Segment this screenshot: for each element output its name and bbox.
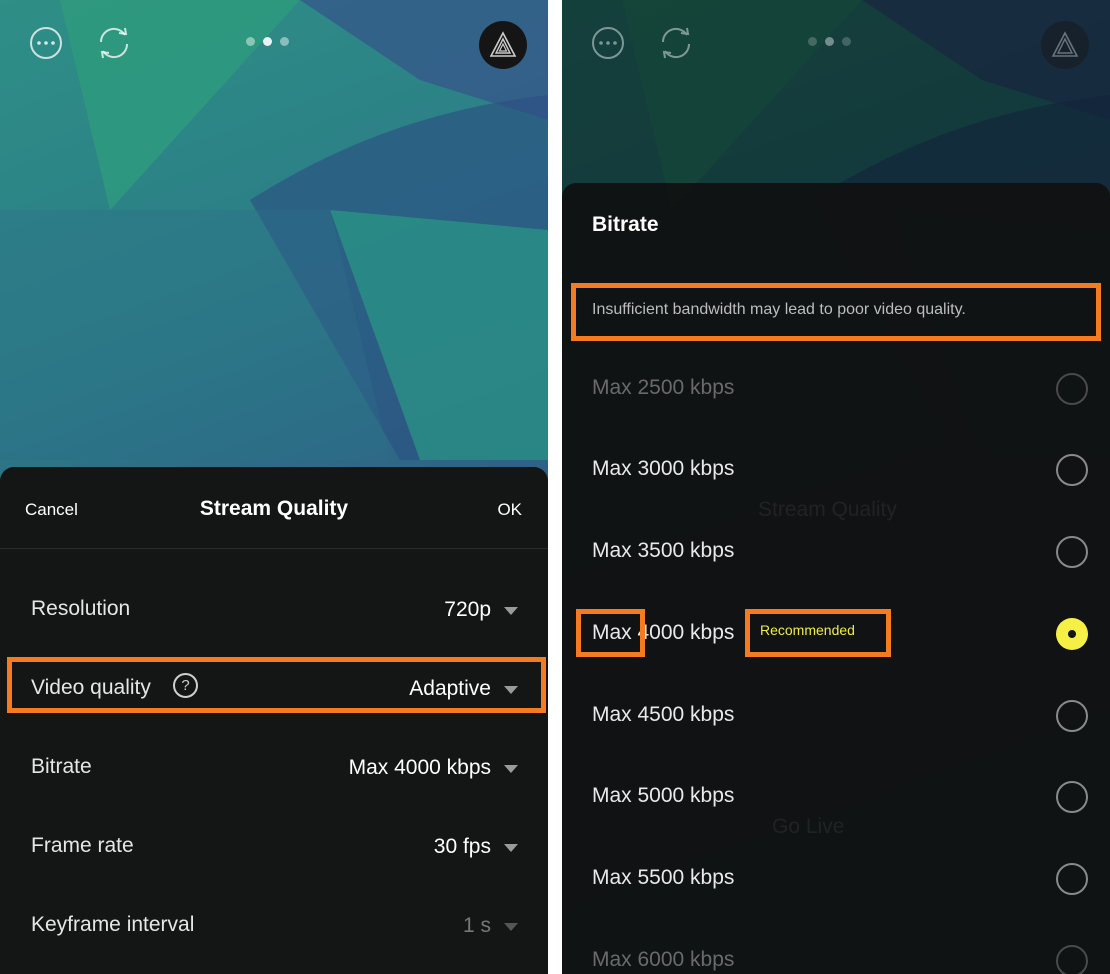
background-ghost-text: Stream Quality: [758, 498, 897, 521]
chevron-down-icon[interactable]: [504, 844, 518, 852]
option-label: Max 4500 kbps: [592, 703, 735, 726]
right-screen: Bitrate Insufficient bandwidth may lead …: [562, 0, 1110, 974]
bitrate-dropdown[interactable]: Max 4000 kbps: [349, 756, 491, 780]
ellipsis-circle-icon: [589, 24, 627, 62]
option-label: Max 6000 kbps: [592, 948, 735, 971]
sheet-header: Cancel Stream Quality OK: [0, 467, 548, 549]
option-label: Max 4000 kbps: [592, 621, 735, 644]
option-label: Max 5000 kbps: [592, 784, 735, 807]
stream-quality-sheet: Cancel Stream Quality OK Resolution 720p…: [0, 467, 548, 974]
page-dot-active[interactable]: [263, 37, 272, 46]
setting-label: Bitrate: [31, 755, 92, 778]
background-ghost-text: Go Live: [772, 815, 845, 838]
left-screen: Cancel Stream Quality OK Resolution 720p…: [0, 0, 548, 974]
setting-row-frame-rate[interactable]: Frame rate 30 fps: [0, 817, 548, 873]
page-indicator: [246, 37, 289, 46]
radio-button-selected[interactable]: [1056, 618, 1088, 650]
option-label: Max 3000 kbps: [592, 457, 735, 480]
setting-row-video-quality[interactable]: Video quality ? Adaptive: [0, 659, 548, 715]
radio-button[interactable]: [1056, 781, 1088, 813]
help-icon[interactable]: ?: [173, 673, 198, 698]
option-label: Max 5500 kbps: [592, 866, 735, 889]
chevron-down-icon: [504, 923, 518, 931]
setting-row-bitrate[interactable]: Bitrate Max 4000 kbps: [0, 738, 548, 794]
setting-row-keyframe-interval: Keyframe interval 1 s: [0, 896, 548, 952]
radio-button[interactable]: [1056, 373, 1088, 405]
ellipsis-circle-icon[interactable]: [27, 24, 65, 62]
bitrate-sheet: Bitrate Insufficient bandwidth may lead …: [562, 183, 1110, 974]
page-dot[interactable]: [246, 37, 255, 46]
page-dot[interactable]: [280, 37, 289, 46]
radio-button[interactable]: [1056, 700, 1088, 732]
refresh-icon[interactable]: [95, 24, 133, 62]
setting-label: Frame rate: [31, 834, 134, 857]
chevron-down-icon[interactable]: [504, 607, 518, 615]
page-indicator: [808, 37, 851, 46]
bitrate-option[interactable]: Max 3500 kbps: [562, 522, 1110, 582]
keyframe-interval-dropdown: 1 s: [462, 914, 491, 937]
bitrate-option[interactable]: Max 4500 kbps: [562, 686, 1110, 746]
bandwidth-warning: Insufficient bandwidth may lead to poor …: [592, 301, 966, 318]
setting-label: Resolution: [31, 597, 131, 620]
triangle-logo-icon: [1041, 21, 1089, 69]
top-bar: [562, 0, 1110, 90]
sheet-title: Bitrate: [592, 213, 659, 236]
radio-button[interactable]: [1056, 454, 1088, 486]
bitrate-option[interactable]: Max 2500 kbps: [562, 359, 1110, 419]
option-label: Max 3500 kbps: [592, 539, 735, 562]
resolution-dropdown[interactable]: 720p: [444, 598, 491, 622]
chevron-down-icon[interactable]: [504, 686, 518, 694]
radio-button[interactable]: [1056, 945, 1088, 974]
bitrate-option[interactable]: Max 6000 kbps: [562, 931, 1110, 974]
ok-button[interactable]: OK: [497, 500, 522, 520]
bitrate-option[interactable]: Max 3000 kbps: [562, 440, 1110, 500]
frame-rate-dropdown[interactable]: 30 fps: [434, 835, 491, 859]
triangle-logo-icon[interactable]: [479, 21, 527, 69]
sheet-title: Stream Quality: [199, 497, 349, 520]
refresh-icon: [657, 24, 695, 62]
radio-button[interactable]: [1056, 863, 1088, 895]
radio-button[interactable]: [1056, 536, 1088, 568]
recommended-badge: Recommended: [760, 622, 855, 638]
option-label: Max 2500 kbps: [592, 376, 735, 399]
bitrate-option[interactable]: Max 5500 kbps: [562, 849, 1110, 909]
setting-label: Keyframe interval: [31, 913, 195, 936]
setting-label: Video quality: [31, 676, 151, 699]
bitrate-option-selected[interactable]: Max 4000 kbps Recommended: [562, 604, 1110, 664]
top-bar: [0, 0, 548, 90]
chevron-down-icon[interactable]: [504, 765, 518, 773]
video-quality-dropdown[interactable]: Adaptive: [409, 677, 491, 701]
setting-row-resolution[interactable]: Resolution 720p: [0, 580, 548, 636]
